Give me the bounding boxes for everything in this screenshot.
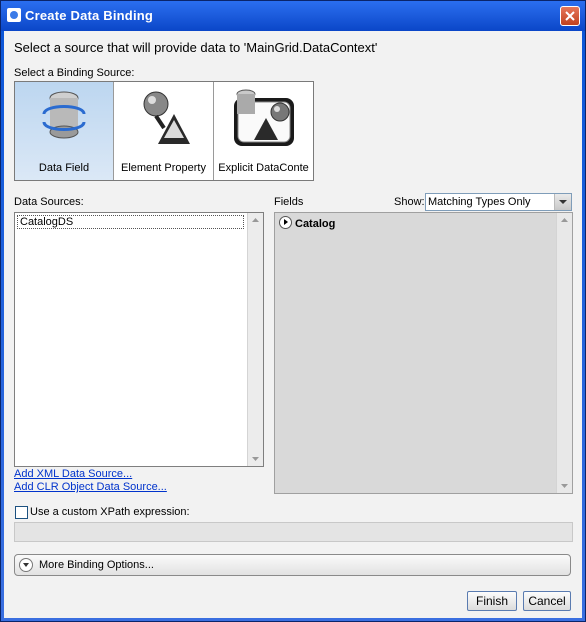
tree-item-label: Catalog <box>295 218 336 230</box>
binding-source-data-field[interactable]: Data Field <box>15 82 114 180</box>
data-sources-label: Data Sources: <box>14 196 84 208</box>
binding-source-selector: Data Field Element Property Explicit Dat… <box>14 81 314 181</box>
show-label: Show: <box>394 196 425 208</box>
more-binding-options-label: More Binding Options... <box>39 559 154 571</box>
dialog-window: Create Data Binding Select a source that… <box>0 0 586 622</box>
title-bar[interactable]: Create Data Binding <box>1 1 585 31</box>
add-xml-data-source-link[interactable]: Add XML Data Source... <box>14 468 132 480</box>
binding-source-explicit-datacontext[interactable]: Explicit DataConte <box>214 82 313 180</box>
tree-item-catalog[interactable]: Catalog <box>279 216 335 230</box>
scroll-up-icon[interactable] <box>557 213 572 228</box>
binding-source-label-element-property: Element Property <box>121 162 206 174</box>
scroll-down-icon[interactable] <box>248 451 263 466</box>
chevron-down-icon[interactable] <box>554 194 571 210</box>
finish-button[interactable]: Finish <box>467 591 517 611</box>
dialog-headline: Select a source that will provide data t… <box>14 40 378 55</box>
explicit-datacontext-icon <box>233 89 294 146</box>
fields-tree[interactable]: Catalog <box>274 212 573 494</box>
binding-source-label-data-field: Data Field <box>38 162 90 174</box>
show-filter-select[interactable]: Matching Types Only <box>425 193 572 211</box>
data-field-icon <box>42 91 86 139</box>
show-filter-value: Matching Types Only <box>428 196 531 208</box>
close-button[interactable] <box>560 6 580 26</box>
xpath-expression-input[interactable] <box>14 522 573 542</box>
fields-label: Fields <box>274 196 304 208</box>
custom-xpath-checkbox[interactable] <box>15 506 28 519</box>
dialog-body: Select a source that will provide data t… <box>4 31 582 618</box>
expand-arrow-icon[interactable] <box>279 216 292 229</box>
expand-chevron-icon <box>19 558 33 572</box>
binding-source-label-explicit-datacontext: Explicit DataConte <box>218 162 309 174</box>
window-title: Create Data Binding <box>25 8 154 23</box>
app-icon <box>7 8 21 22</box>
data-sources-list[interactable]: CatalogDS <box>14 212 264 467</box>
element-property-icon <box>143 91 190 144</box>
custom-xpath-label: Use a custom XPath expression: <box>30 506 190 518</box>
data-source-item[interactable]: CatalogDS <box>17 215 244 229</box>
more-binding-options-expander[interactable]: More Binding Options... <box>14 554 571 576</box>
cancel-button[interactable]: Cancel <box>523 591 571 611</box>
binding-source-element-property[interactable]: Element Property <box>114 82 214 180</box>
fields-scrollbar[interactable] <box>556 213 572 493</box>
data-sources-scrollbar[interactable] <box>247 213 263 466</box>
close-icon <box>565 11 575 21</box>
scroll-down-icon[interactable] <box>557 478 572 493</box>
binding-source-label: Select a Binding Source: <box>14 67 135 79</box>
scroll-up-icon[interactable] <box>248 213 263 228</box>
add-clr-object-data-source-link[interactable]: Add CLR Object Data Source... <box>14 481 167 493</box>
